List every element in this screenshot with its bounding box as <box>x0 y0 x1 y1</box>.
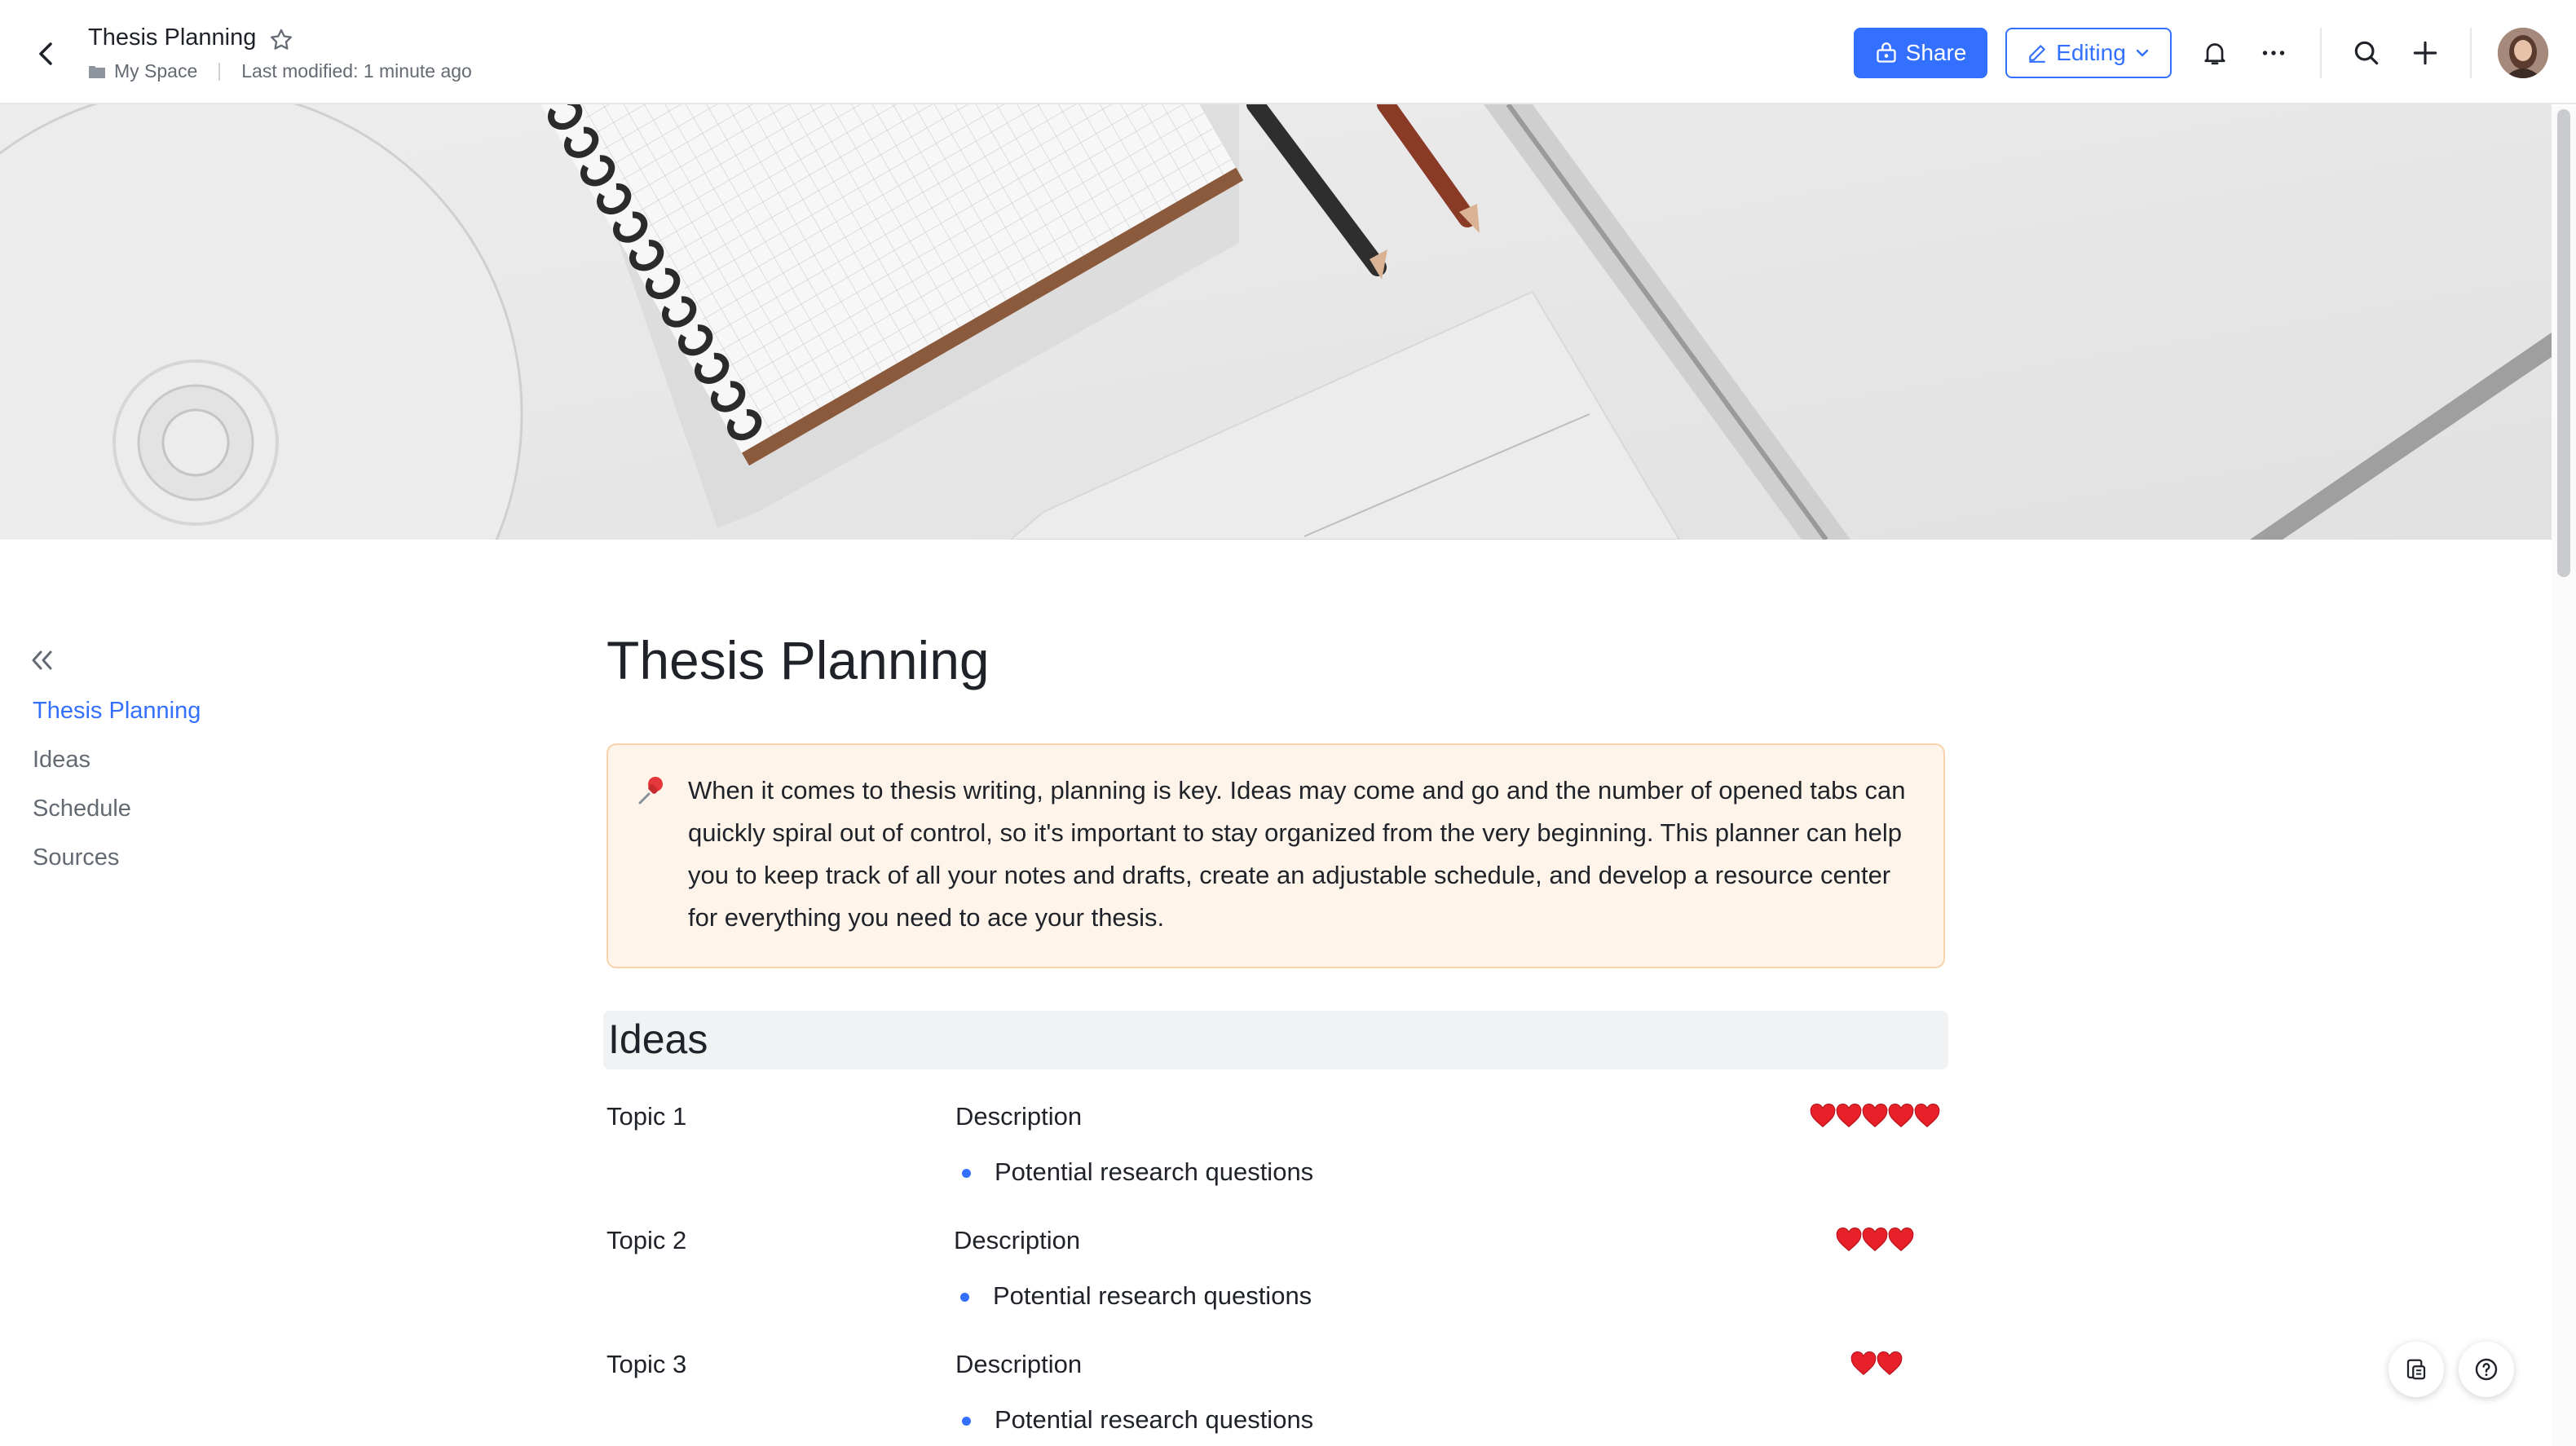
help-icon <box>2475 1358 2498 1381</box>
outline-item-ideas[interactable]: Ideas <box>33 742 201 791</box>
idea-bullet[interactable]: Potential research questions <box>959 1281 1312 1311</box>
breadcrumb: My Space Last modified: 1 minute ago <box>88 60 472 82</box>
search-button[interactable] <box>2348 34 2385 72</box>
cover-image <box>0 104 2552 540</box>
help-button[interactable] <box>2459 1342 2514 1397</box>
chevron-down-icon <box>2136 49 2149 57</box>
divider <box>2470 28 2472 78</box>
chevron-left-icon <box>39 42 52 65</box>
heart-icon <box>1836 1228 1862 1252</box>
heart-icon <box>1810 1104 1836 1128</box>
double-chevron-left-icon <box>32 650 52 670</box>
outline-item-schedule[interactable]: Schedule <box>33 791 201 840</box>
heart-icon <box>1888 1228 1914 1252</box>
section-heading-ideas[interactable]: Ideas <box>603 1011 1948 1069</box>
document-icon <box>2406 1359 2426 1380</box>
divider <box>218 62 221 81</box>
idea-topic[interactable]: Topic 1 <box>607 1102 686 1131</box>
heart-icon <box>1850 1351 1877 1376</box>
idea-rating <box>1836 1228 1914 1252</box>
favorite-button[interactable] <box>267 26 295 54</box>
heart-icon <box>1888 1104 1914 1128</box>
outline-item-thesis-planning[interactable]: Thesis Planning <box>33 693 201 742</box>
heart-icon <box>1862 1228 1888 1252</box>
scrollbar-thumb[interactable] <box>2557 109 2570 577</box>
plus-icon <box>2413 41 2437 65</box>
pushpin-icon <box>638 777 663 805</box>
idea-bullet[interactable]: Potential research questions <box>961 1405 1313 1435</box>
lock-share-icon <box>1876 42 1896 63</box>
more-options-button[interactable] <box>2255 34 2292 72</box>
idea-description[interactable]: Description <box>955 1350 1082 1379</box>
idea-rating <box>1810 1104 1940 1128</box>
editing-mode-button[interactable]: Editing <box>2005 28 2172 78</box>
folder-icon <box>89 65 105 78</box>
document-outline-button[interactable] <box>2389 1342 2444 1397</box>
idea-rating <box>1850 1351 1903 1376</box>
heart-icon <box>1914 1104 1940 1128</box>
document-title[interactable]: Thesis Planning <box>88 24 256 51</box>
idea-description[interactable]: Description <box>955 1102 1082 1131</box>
callout-block[interactable]: When it comes to thesis writing, plannin… <box>607 743 1945 968</box>
section-heading-text: Ideas <box>608 1016 708 1062</box>
collapse-outline-button[interactable] <box>28 646 57 675</box>
divider <box>2320 28 2322 78</box>
pencil-icon <box>2029 45 2045 63</box>
page-title[interactable]: Thesis Planning <box>607 629 990 691</box>
bell-icon <box>2204 43 2225 65</box>
search-icon <box>2354 41 2379 65</box>
idea-topic[interactable]: Topic 3 <box>607 1350 686 1379</box>
idea-topic[interactable]: Topic 2 <box>607 1226 686 1255</box>
last-modified: Last modified: 1 minute ago <box>241 60 472 82</box>
outline-list: Thesis Planning Ideas Schedule Sources <box>33 693 201 888</box>
heart-icon <box>1862 1104 1888 1128</box>
user-avatar[interactable] <box>2498 28 2548 78</box>
heart-icon <box>1836 1104 1862 1128</box>
heart-icon <box>1877 1351 1903 1376</box>
notifications-button[interactable] <box>2196 34 2234 72</box>
outline-item-sources[interactable]: Sources <box>33 840 201 888</box>
more-horizontal-icon <box>2262 51 2285 55</box>
star-icon <box>270 29 293 50</box>
share-label: Share <box>1905 40 1967 65</box>
create-button[interactable] <box>2406 34 2444 72</box>
callout-text: When it comes to thesis writing, plannin… <box>688 776 1906 932</box>
idea-description[interactable]: Description <box>954 1226 1080 1255</box>
editing-label: Editing <box>2056 40 2126 65</box>
breadcrumb-location[interactable]: My Space <box>114 60 197 82</box>
top-bar: Thesis Planning My Space Last modified: … <box>0 0 2576 104</box>
idea-bullet[interactable]: Potential research questions <box>961 1157 1313 1187</box>
back-button[interactable] <box>29 36 65 72</box>
share-button[interactable]: Share <box>1854 28 1987 78</box>
